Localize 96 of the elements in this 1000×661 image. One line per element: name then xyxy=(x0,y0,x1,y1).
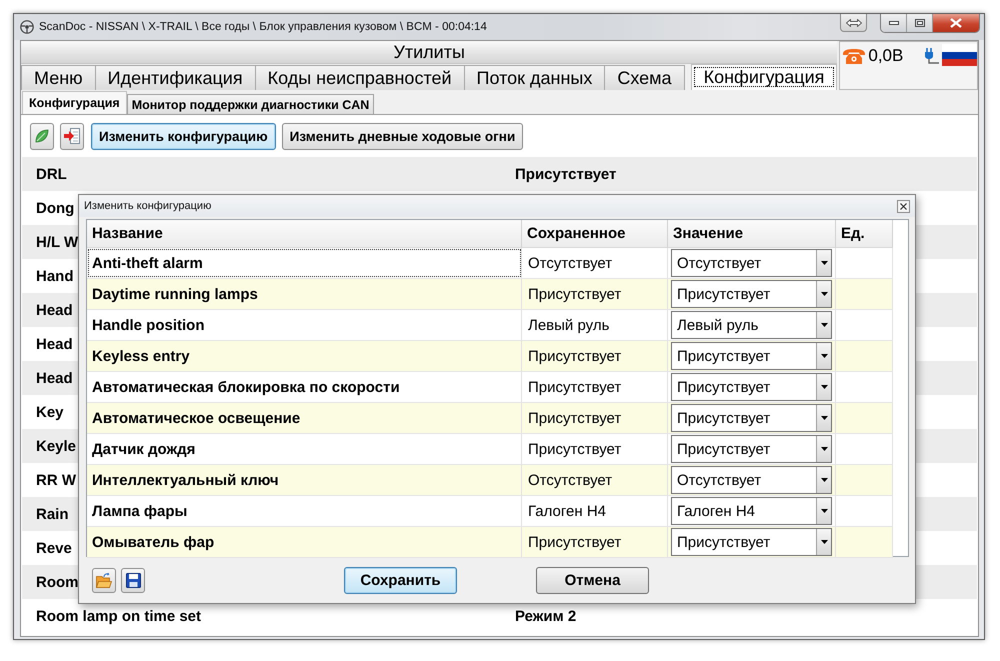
dialog-button[interactable]: Сохранить xyxy=(344,566,457,594)
dialog-title: Изменить конфигурацию xyxy=(84,200,212,212)
parameter-name: Head xyxy=(36,302,73,318)
voltage-reading: 0,0В xyxy=(868,45,904,67)
tab[interactable]: Схема xyxy=(605,65,685,90)
tab[interactable]: Конфигурация xyxy=(690,64,838,90)
value-dropdown[interactable]: Отсутствует xyxy=(671,466,832,494)
saved-value-cell: Отсутствует xyxy=(522,248,668,278)
parameter-name-cell: Омыватель фар xyxy=(87,527,522,557)
maximize-button[interactable] xyxy=(907,14,933,32)
caret-icon xyxy=(820,509,828,513)
value-dropdown[interactable]: Присутствует xyxy=(671,280,832,308)
parameter-name: H/L W xyxy=(36,234,78,250)
caret-icon xyxy=(820,416,828,420)
dialog-button[interactable]: Отмена xyxy=(536,566,649,594)
resize-button[interactable] xyxy=(840,14,867,32)
parameter-name: Keyle xyxy=(36,438,76,454)
value-dropdown[interactable]: Присутствует xyxy=(671,435,832,463)
parameter-name: DRL xyxy=(36,166,67,182)
column-header: Сохраненное xyxy=(522,220,668,248)
caret-icon xyxy=(820,478,828,482)
parameter-name: Rain xyxy=(36,506,69,522)
steering-wheel-icon xyxy=(20,20,34,34)
tab[interactable]: Коды неисправностей xyxy=(256,65,465,90)
toolbar-button[interactable]: Изменить дневные ходовые огни xyxy=(282,122,524,150)
parameter-name: Dong xyxy=(36,200,74,216)
parameter-name-cell: Автоматическая блокировка по скорости xyxy=(87,372,522,402)
saved-value-cell: Галоген H4 xyxy=(522,496,668,526)
saved-value-cell: Присутствует xyxy=(522,341,668,371)
saved-value-cell: Отсутствует xyxy=(522,465,668,495)
tab[interactable]: Меню xyxy=(21,65,96,90)
caret-icon xyxy=(820,447,828,451)
parameter-name-cell: Daytime running lamps xyxy=(87,279,522,309)
value-dropdown[interactable]: Левый руль xyxy=(671,311,832,339)
parameter-value: Режим 2 xyxy=(515,608,576,624)
parameter-name-cell: Keyless entry xyxy=(87,341,522,371)
tab[interactable]: Идентификация xyxy=(96,65,256,90)
caret-icon xyxy=(820,354,828,358)
import-button[interactable] xyxy=(60,122,84,150)
parameter-name: Room lamp on time set xyxy=(36,608,202,624)
saved-value-cell: Присутствует xyxy=(522,403,668,433)
column-header: Название xyxy=(87,220,522,248)
value-dropdown[interactable]: Отсутствует xyxy=(671,249,832,277)
parameter-name-cell: Anti-theft alarm xyxy=(87,248,522,278)
parameter-name: Reve xyxy=(36,540,72,556)
leaf-button[interactable] xyxy=(30,122,54,150)
value-dropdown[interactable]: Присутствует xyxy=(671,404,832,432)
toolbar-button[interactable]: Изменить конфигурацию xyxy=(91,122,276,150)
parameter-name-cell: Handle position xyxy=(87,310,522,340)
parameter-name-cell: Интеллектуальный ключ xyxy=(87,465,522,495)
open-button[interactable] xyxy=(92,568,116,592)
tab[interactable]: Поток данных xyxy=(464,65,606,90)
telephone-icon xyxy=(843,49,866,64)
parameter-name: RR W xyxy=(36,472,76,488)
parameter-name-cell: Датчик дождя xyxy=(87,434,522,464)
parameter-name-cell: Лампа фары xyxy=(87,496,522,526)
parameter-name: Head xyxy=(36,370,73,386)
parameter-name: Hand xyxy=(36,268,74,284)
parameter-name: Key xyxy=(36,404,64,420)
saved-value-cell: Присутствует xyxy=(522,372,668,402)
parameter-name-cell: Автоматическое освещение xyxy=(87,403,522,433)
arrow-document-icon xyxy=(64,128,80,144)
subtab[interactable]: Монитор поддержки диагностики CAN xyxy=(126,94,374,114)
close-button[interactable] xyxy=(933,14,979,32)
caret-icon xyxy=(820,385,828,389)
subtab[interactable]: Конфигурация xyxy=(22,91,127,114)
double-arrow-icon xyxy=(846,18,862,26)
save-file-button[interactable] xyxy=(121,568,145,592)
window-title: ScanDoc - NISSAN \ X-TRAIL \ Все годы \ Блок управления кузовом \ BCM - 00:04:14 xyxy=(39,20,487,35)
parameter-name: Room xyxy=(36,574,78,590)
minimize-button[interactable] xyxy=(881,14,907,32)
parameter-name: Head xyxy=(36,336,73,352)
caret-icon xyxy=(820,261,828,265)
maximize-icon xyxy=(914,19,924,27)
saved-value-cell: Присутствует xyxy=(522,527,668,557)
column-header: Значение xyxy=(668,220,836,248)
close-icon xyxy=(950,18,962,28)
caret-icon xyxy=(820,540,828,544)
parameter-value: Присутствует xyxy=(515,166,616,182)
saved-value-cell: Присутствует xyxy=(522,434,668,464)
dialog-close-button[interactable] xyxy=(897,200,910,212)
value-dropdown[interactable]: Присутствует xyxy=(671,373,832,401)
caret-icon xyxy=(820,323,828,327)
minimize-icon xyxy=(888,21,898,25)
column-header: Ед. xyxy=(836,220,893,248)
close-icon xyxy=(900,202,907,210)
plug-icon xyxy=(924,48,940,64)
saved-value-cell: Присутствует xyxy=(522,279,668,309)
folder-icon xyxy=(96,572,112,588)
saved-value-cell: Левый руль xyxy=(522,310,668,340)
value-dropdown[interactable]: Присутствует xyxy=(671,342,832,370)
leaf-icon xyxy=(35,129,49,143)
caret-icon xyxy=(820,292,828,296)
value-dropdown[interactable]: Присутствует xyxy=(671,528,832,556)
value-dropdown[interactable]: Галоген H4 xyxy=(671,497,832,525)
header-title: Утилиты xyxy=(393,41,465,63)
